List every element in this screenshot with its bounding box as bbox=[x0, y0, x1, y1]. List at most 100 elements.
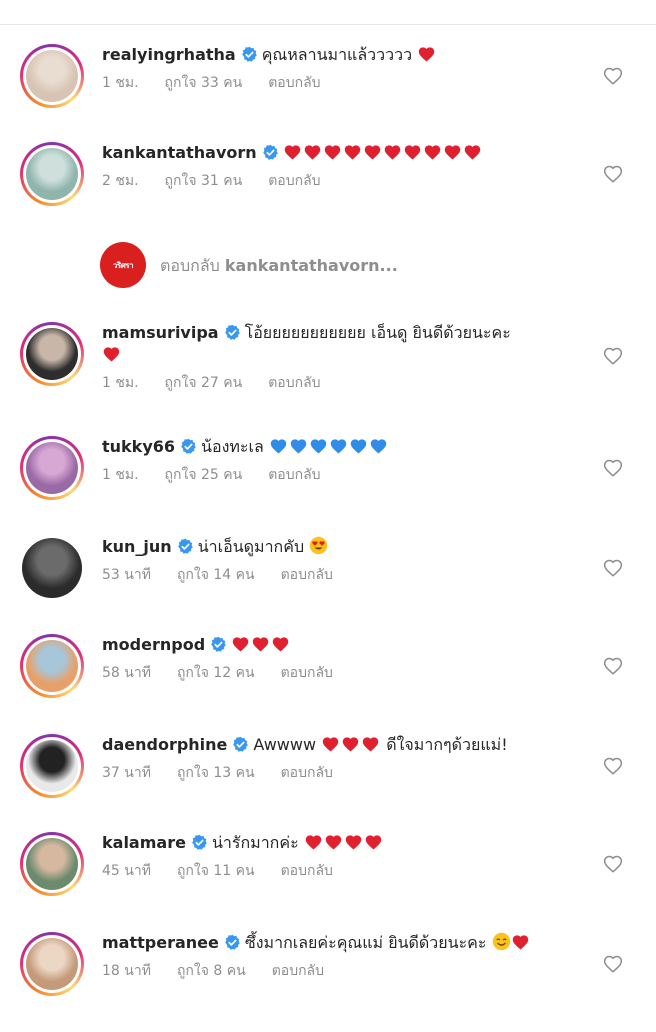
comment-likes[interactable]: ถูกใจ 31 คน bbox=[165, 173, 243, 189]
like-heart-icon[interactable] bbox=[602, 558, 624, 578]
comment-line: kalamare น่ารักมากค่ะ bbox=[102, 832, 597, 854]
comment-line: kankantathavorn bbox=[102, 142, 597, 164]
blue-heart-emoji bbox=[330, 439, 347, 454]
avatar[interactable] bbox=[20, 634, 84, 698]
like-heart-icon[interactable] bbox=[602, 66, 624, 86]
comment-likes[interactable]: ถูกใจ 33 คน bbox=[165, 75, 243, 91]
avatar-frame bbox=[23, 145, 81, 203]
comment-body: kankantathavorn 2 ชม. ถูกใจ 31 คน ตอบกลับ bbox=[102, 142, 597, 190]
comment-text: ซึ้งมากเลยค่ะคุณแม่ ยินดีด้วยนะคะ bbox=[244, 933, 492, 952]
red-heart-emoji bbox=[342, 737, 359, 752]
comment-body: realyingrhatha คุณหลานมาแล้ววววว 1 ชม. ถูก… bbox=[102, 44, 597, 92]
comment-username[interactable]: mattperanee bbox=[102, 933, 219, 952]
like-heart-icon[interactable] bbox=[602, 854, 624, 874]
comment-meta: 1 ชม. ถูกใจ 27 คน ตอบกลับ bbox=[102, 374, 597, 392]
comment-text: น่าเอ็นดูมากคับ bbox=[197, 537, 310, 556]
red-heart-emoji bbox=[345, 835, 361, 850]
comment-username[interactable]: modernpod bbox=[102, 635, 205, 654]
comment-meta: 37 นาที ถูกใจ 13 คน ตอบกลับ bbox=[102, 764, 597, 782]
comment-likes[interactable]: ถูกใจ 14 คน bbox=[177, 567, 255, 583]
comment-time: 2 ชม. bbox=[102, 173, 139, 189]
like-heart-icon[interactable] bbox=[602, 346, 624, 366]
like-heart-icon[interactable] bbox=[602, 164, 624, 184]
reply-button[interactable]: ตอบกลับ bbox=[281, 665, 333, 681]
heart-eyes-emoji bbox=[309, 536, 328, 555]
comment-row: modernpod 58 นาที ถูกใจ 12 คน ตอบกลับ bbox=[0, 634, 656, 734]
avatar-image bbox=[26, 640, 78, 692]
avatar-frame bbox=[23, 637, 81, 695]
view-replies-row[interactable]: วริศรา ตอบกลับ kankantathavorn... bbox=[100, 242, 520, 290]
reply-button[interactable]: ตอบกลับ bbox=[281, 567, 333, 583]
red-heart-emoji bbox=[424, 145, 440, 160]
comment-time: 1 ชม. bbox=[102, 375, 139, 391]
avatar[interactable] bbox=[20, 142, 84, 206]
comment-body: modernpod 58 นาที ถูกใจ 12 คน ตอบกลับ bbox=[102, 634, 597, 682]
blue-heart-emoji bbox=[290, 439, 307, 454]
avatar[interactable] bbox=[20, 734, 84, 798]
like-heart-icon[interactable] bbox=[602, 458, 624, 478]
reply-button[interactable]: ตอบกลับ bbox=[268, 75, 320, 91]
avatar-frame bbox=[23, 835, 81, 893]
avatar[interactable] bbox=[20, 832, 84, 896]
comment-username[interactable]: tukky66 bbox=[102, 437, 175, 456]
avatar-image bbox=[26, 50, 78, 102]
comment-likes[interactable]: ถูกใจ 13 คน bbox=[177, 765, 255, 781]
reply-button[interactable]: ตอบกลับ bbox=[268, 375, 320, 391]
red-heart-emoji bbox=[384, 145, 400, 160]
comment-text: น่ารักมากค่ะ bbox=[211, 833, 304, 852]
comment-body: mamsurivipa โอ้ยยยยยยยยยยย เอ็นดู ยินดีด้… bbox=[102, 322, 597, 392]
like-heart-icon[interactable] bbox=[602, 756, 624, 776]
avatar[interactable] bbox=[20, 44, 84, 108]
reply-button[interactable]: ตอบกลับ bbox=[281, 863, 333, 879]
red-heart-emoji bbox=[284, 145, 300, 160]
avatar[interactable] bbox=[20, 322, 84, 386]
avatar-frame bbox=[22, 538, 82, 598]
comment-username[interactable]: kun_jun bbox=[102, 537, 172, 556]
reply-button[interactable]: ตอบกลับ bbox=[268, 173, 320, 189]
comment-text: โอ้ยยยยยยยยยยย bbox=[244, 323, 372, 342]
comment-row: mamsurivipa โอ้ยยยยยยยยยยย เอ็นดู ยินดีด้… bbox=[0, 322, 656, 422]
comment-likes[interactable]: ถูกใจ 27 คน bbox=[165, 375, 243, 391]
comment-row: kalamare น่ารักมากค่ะ 45 นาที ถูกใจ 11 คน ต… bbox=[0, 832, 656, 932]
avatar[interactable] bbox=[20, 536, 84, 600]
comment-username[interactable]: kankantathavorn bbox=[102, 143, 257, 162]
comment-row: kankantathavorn 2 ชม. ถูกใจ 31 คน ตอบกลับ bbox=[0, 142, 656, 242]
like-heart-icon[interactable] bbox=[602, 656, 624, 676]
reply-button[interactable]: ตอบกลับ bbox=[272, 963, 324, 979]
red-heart-emoji bbox=[464, 145, 480, 160]
comment-likes[interactable]: ถูกใจ 12 คน bbox=[177, 665, 255, 681]
verified-badge-icon bbox=[181, 438, 196, 454]
verified-badge-icon bbox=[262, 144, 278, 160]
comment-username[interactable]: daendorphine bbox=[102, 735, 227, 754]
red-heart-emoji bbox=[418, 47, 435, 62]
comment-username[interactable]: kalamare bbox=[102, 833, 186, 852]
comment-text: Awwww bbox=[253, 735, 322, 754]
like-heart-icon[interactable] bbox=[602, 954, 624, 974]
view-replies-text[interactable]: ตอบกลับ kankantathavorn... bbox=[160, 254, 398, 279]
comment-line: daendorphine Awwww ดีใจมากๆด้วยแม่! bbox=[102, 734, 597, 756]
comment-username[interactable]: mamsurivipa bbox=[102, 323, 219, 342]
avatar[interactable] bbox=[20, 436, 84, 500]
comment-likes[interactable]: ถูกใจ 11 คน bbox=[177, 863, 255, 879]
comment-meta: 58 นาที ถูกใจ 12 คน ตอบกลับ bbox=[102, 664, 597, 682]
verified-badge-icon bbox=[225, 934, 240, 950]
avatar[interactable] bbox=[20, 932, 84, 996]
reply-button[interactable]: ตอบกลับ bbox=[281, 765, 333, 781]
verified-badge-icon bbox=[211, 636, 226, 652]
comment-text-extra: เอ็นดู ยินดีด้วยนะคะ bbox=[371, 323, 511, 342]
comment-likes[interactable]: ถูกใจ 25 คน bbox=[165, 467, 243, 483]
red-heart-emoji bbox=[362, 737, 379, 752]
comment-body: kalamare น่ารักมากค่ะ 45 นาที ถูกใจ 11 คน ต… bbox=[102, 832, 597, 880]
comment-row: tukky66 น้องทะเล 1 ชม. ถูกใจ 25 คน ตอบกลับ bbox=[0, 436, 656, 536]
red-heart-emoji bbox=[512, 935, 528, 950]
comment-username[interactable]: realyingrhatha bbox=[102, 45, 236, 64]
comment-time: 1 ชม. bbox=[102, 75, 139, 91]
comment-likes[interactable]: ถูกใจ 8 คน bbox=[177, 963, 246, 979]
red-heart-emoji bbox=[103, 347, 120, 362]
comment-row: realyingrhatha คุณหลานมาแล้ววววว 1 ชม. ถูก… bbox=[0, 44, 656, 144]
reply-button[interactable]: ตอบกลับ bbox=[268, 467, 320, 483]
avatar-frame bbox=[23, 47, 81, 105]
comment-time: 18 นาที bbox=[102, 963, 151, 979]
avatar-image bbox=[22, 538, 82, 598]
comment-line: realyingrhatha คุณหลานมาแล้ววววว bbox=[102, 44, 597, 66]
